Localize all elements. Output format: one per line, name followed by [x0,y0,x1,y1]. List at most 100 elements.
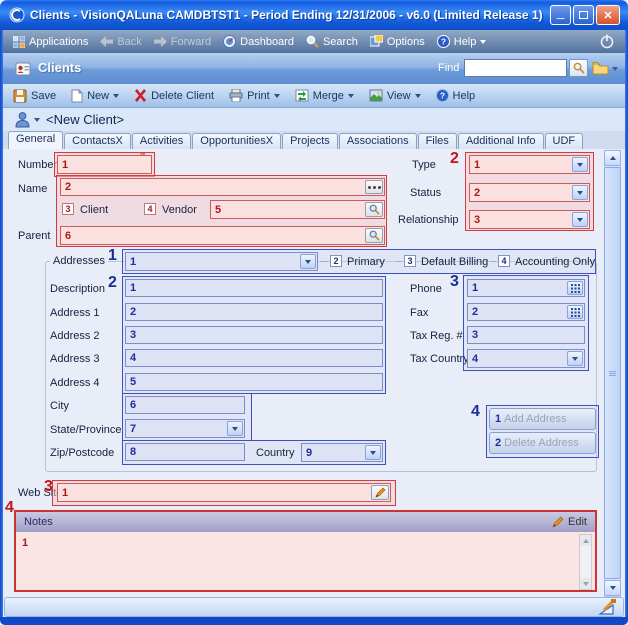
record-dropdown-arrow-icon[interactable] [34,118,40,122]
toolbar-help-button[interactable]: ? Help [436,89,476,102]
delete-client-label: Delete Client [151,90,214,102]
tab-files[interactable]: Files [418,133,457,149]
menu-search[interactable]: Search [306,35,358,48]
tab-associations[interactable]: Associations [339,133,417,149]
menu-applications[interactable]: Applications [13,36,88,48]
print-button[interactable]: Print [229,89,280,102]
folder-dropdown-arrow-icon[interactable] [612,67,618,71]
vendor-checkbox[interactable]: 4 [144,203,156,215]
menu-forward[interactable]: Forward [154,36,211,48]
maximize-button[interactable] [573,5,594,25]
status-dropdown[interactable]: 2 [469,183,590,202]
address1-field[interactable]: 2 [125,303,383,321]
folder-icon[interactable] [592,61,609,75]
address-selector-dropdown[interactable]: 1 [125,252,318,271]
notes-scrollbar[interactable] [579,534,592,590]
tab-projects[interactable]: Projects [282,133,338,149]
scrollbar-down-button[interactable] [604,580,621,596]
name-field[interactable]: 2 [60,178,385,196]
merge-button[interactable]: Merge [295,89,354,102]
delete-client-button[interactable]: Delete Client [134,89,214,102]
address4-label: Address 4 [50,377,100,389]
tab-activities[interactable]: Activities [132,133,191,149]
power-button[interactable] [599,33,615,54]
fax-field[interactable]: 2 [467,303,585,321]
accounting-only-checkbox[interactable]: 4 [498,255,510,267]
title-bar[interactable]: Clients - VisionQALuna CAMDBTST1 - Perio… [0,0,628,30]
tab-contactsx[interactable]: ContactsX [64,133,131,149]
default-billing-checkbox[interactable]: 3 [404,255,416,267]
scrollbar-up-button[interactable] [604,150,621,166]
country-dropdown[interactable]: 9 [301,443,383,462]
menu-back[interactable]: Back [100,36,141,48]
notes-edit-button[interactable]: Edit [551,516,587,529]
city-field[interactable]: 6 [125,396,245,414]
state-province-dropdown[interactable]: 7 [125,419,245,438]
country-dropdown-button[interactable] [365,445,381,460]
address4-field[interactable]: 5 [125,373,383,391]
find-search-button[interactable] [569,59,588,77]
tab-opportunitiesx[interactable]: OpportunitiesX [192,133,281,149]
state-dropdown-button[interactable] [227,421,243,436]
phone-field[interactable]: 1 [467,279,585,297]
tax-country-dropdown-button[interactable] [567,351,583,366]
menu-dashboard[interactable]: Dashboard [223,35,294,48]
client-record-icon[interactable] [14,111,31,128]
back-arrow-icon [100,36,113,47]
tax-country-dropdown[interactable]: 4 [467,349,585,368]
vendor-lookup-button[interactable] [365,202,383,217]
tab-udf[interactable]: UDF [545,133,584,149]
save-button[interactable]: Save [13,89,56,103]
menu-help[interactable]: ? Help [437,35,487,48]
address-selector-button[interactable] [300,254,316,269]
primary-checkbox[interactable]: 2 [330,255,342,267]
website-field[interactable]: 1 [57,483,391,502]
name-browse-button[interactable] [365,180,383,194]
notes-value[interactable]: 1 [22,537,28,549]
type-dropdown-button[interactable] [572,157,588,172]
description-field[interactable]: 1 [125,279,383,297]
notes-scroll-down-button[interactable] [580,578,591,589]
view-label: View [387,90,411,102]
relationship-dropdown-button[interactable] [572,212,588,227]
status-dropdown-button[interactable] [572,185,588,200]
parent-field[interactable]: 6 [60,226,385,245]
fax-label: Fax [410,307,428,319]
delete-address-button[interactable]: 2 Delete Address [489,432,596,454]
description-label: Description [50,283,105,295]
state-arrow-icon [232,427,238,431]
notes-scroll-up-button[interactable] [580,535,591,546]
page-flip-icon[interactable] [598,599,616,616]
fax-keypad-button[interactable] [567,305,583,319]
website-edit-button[interactable] [371,485,389,500]
menu-options[interactable]: Options [370,35,425,48]
notes-edit-label: Edit [568,516,587,528]
relationship-dropdown[interactable]: 3 [469,210,590,229]
view-button[interactable]: View [369,89,421,102]
number-field[interactable]: 1 [57,155,152,174]
parent-lookup-button[interactable] [365,228,383,243]
phone-keypad-button[interactable] [567,281,583,295]
close-button[interactable]: ✕ [596,5,620,25]
delete-x-icon [134,89,147,102]
minimize-button[interactable]: ─ [550,5,571,25]
ellipsis-icon [368,186,371,189]
window-border-bottom [0,617,628,625]
tax-reg-field[interactable]: 3 [467,326,585,344]
address2-field[interactable]: 3 [125,326,383,344]
vendor-lookup-field[interactable]: 5 [210,200,385,219]
power-icon [599,33,615,49]
address3-field[interactable]: 4 [125,349,383,367]
tab-general[interactable]: General [8,131,63,149]
state-province-label: State/Province [50,424,122,436]
add-address-button[interactable]: 1 Add Address [489,408,596,430]
client-checkbox[interactable]: 3 [62,203,74,215]
type-dropdown[interactable]: 1 [469,155,590,174]
new-button[interactable]: New [71,89,119,103]
scrollbar-thumb[interactable] [604,167,621,579]
tab-additional-info[interactable]: Additional Info [458,133,544,149]
fax-value: 2 [472,306,478,318]
zip-postcode-field[interactable]: 8 [125,443,245,461]
menu-search-label: Search [323,36,358,48]
find-input[interactable] [464,59,567,77]
